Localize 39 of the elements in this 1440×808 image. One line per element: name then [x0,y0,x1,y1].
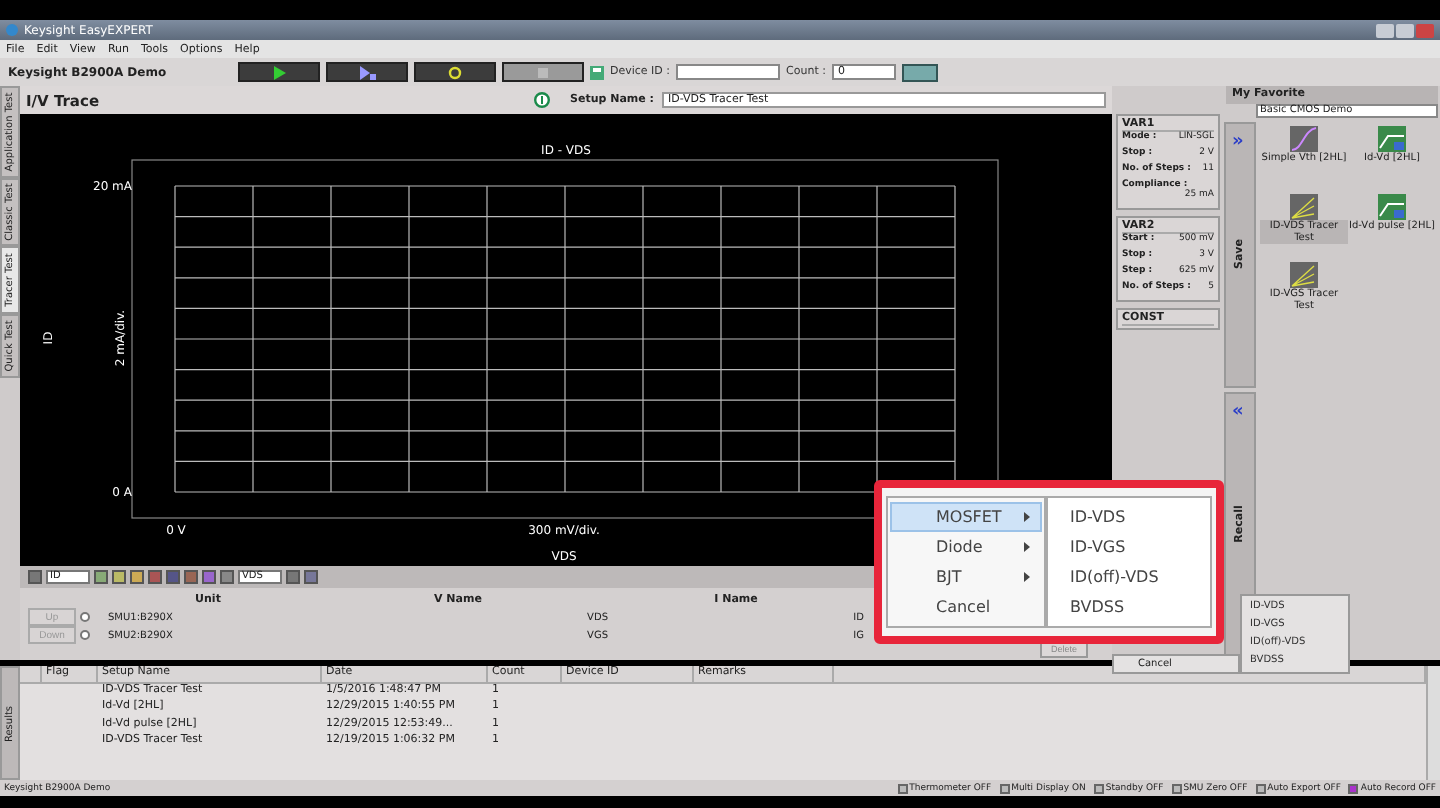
play-step-icon [358,65,376,79]
menu-item[interactable]: BVDSS [1064,592,1210,622]
device-id-field[interactable] [676,64,781,80]
menu-item[interactable]: ID(off)-VDS [1064,562,1210,592]
run-button[interactable] [326,62,408,82]
menu-item[interactable]: BJT [890,562,1042,592]
menu-item[interactable]: Cancel [890,592,1042,622]
menu-item[interactable]: MOSFET [890,502,1042,532]
indicator-icon[interactable] [1348,783,1359,793]
stop-icon [538,67,548,77]
radio-button[interactable] [80,612,90,622]
indicator-icon[interactable] [897,783,908,793]
indicator-icon[interactable] [1093,783,1104,793]
trace-icon [1290,194,1318,220]
indicator-icon[interactable] [1171,783,1182,793]
radio-button[interactable] [80,630,90,640]
submenu-arrow-icon [1024,572,1030,582]
info-icon[interactable] [534,92,550,108]
repeat-icon [448,65,462,79]
indicator-icon[interactable] [1255,783,1266,793]
curve-icon [1290,126,1318,152]
pulse-graph-icon [1378,194,1406,220]
menu-item[interactable]: ID-VDS [1064,502,1210,532]
scroll-bar[interactable] [1426,666,1440,780]
minimize-button[interactable] [1376,23,1394,37]
app-icon [6,24,18,36]
run-button[interactable] [238,62,320,82]
submenu-arrow-icon [1024,512,1030,522]
play-icon [272,65,286,79]
trace-icon [1290,262,1318,288]
run-button[interactable] [414,62,496,82]
pulse-graph-icon [1378,126,1406,152]
menu-item[interactable]: ID-VGS [1064,532,1210,562]
menu-item[interactable]: Diode [890,532,1042,562]
maximize-button[interactable] [1396,23,1414,37]
reset-button[interactable] [901,63,938,81]
save-icon[interactable] [590,65,604,79]
indicator-icon[interactable] [999,783,1010,793]
submenu-arrow-icon [1024,542,1030,552]
